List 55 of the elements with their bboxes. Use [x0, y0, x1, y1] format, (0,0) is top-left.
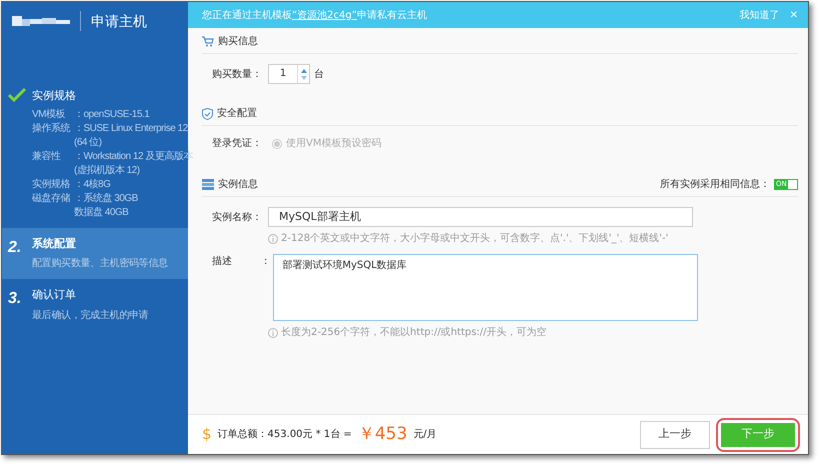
- section-title: 购买信息: [218, 34, 258, 49]
- list-icon: [202, 179, 214, 190]
- step-title: 确认订单: [32, 288, 77, 303]
- detail-label: 实例规格: [32, 178, 71, 192]
- detail-value: (虚拟机版本 12): [74, 164, 140, 178]
- detail-label: VM模板: [32, 108, 66, 122]
- detail-value: ：openSUSE-15.1: [74, 108, 150, 122]
- app-title: 申请主机: [91, 12, 147, 30]
- step-title: 实例规格: [32, 88, 77, 104]
- detail-value: ：4核8G: [74, 178, 110, 192]
- section-title: 实例信息: [218, 178, 258, 192]
- detail-label: 磁盘存储: [32, 192, 71, 206]
- step-number: 2.: [8, 238, 22, 258]
- detail-value: ：SUSE Linux Enterprise 12: [74, 122, 188, 136]
- shield-icon: [202, 108, 213, 120]
- step-number: 3.: [8, 289, 22, 309]
- hint-text: 2-128个英文或中文字符，大小字母或中文开头，可含数字、点'.'、下划线'_'、短横线'-': [281, 232, 668, 246]
- dismiss-link[interactable]: 我知道了: [740, 8, 780, 22]
- notice-text: 您正在通过主机模板“资源池2c4g”申请私有云主机: [202, 8, 427, 22]
- detail-label: 兼容性: [32, 150, 62, 164]
- toggle-label: 所有实例采用相同信息：: [660, 178, 770, 192]
- colon-text: :: [264, 255, 268, 269]
- template-link[interactable]: “资源池2c4g”: [292, 10, 357, 20]
- detail-value: ：系统盘 30GB: [74, 192, 138, 206]
- unit-label: 台: [314, 68, 324, 82]
- info-icon: [268, 234, 278, 244]
- field-label: 购买数量：: [212, 68, 263, 82]
- field-label: 描述: [212, 254, 233, 269]
- step-title: 系统配置: [32, 236, 77, 252]
- detail-value: (64 位): [74, 136, 102, 150]
- next-button[interactable]: 下一步: [721, 422, 795, 446]
- description-field[interactable]: 部署测试环境MySQL数据库: [273, 254, 698, 321]
- cart-icon: [202, 36, 214, 47]
- detail-label: 操作系统: [32, 122, 72, 136]
- logo-icon: [12, 16, 70, 26]
- down-arrow-icon: [300, 76, 306, 80]
- quantity-stepper[interactable]: 1: [268, 64, 310, 84]
- name-field[interactable]: MySQL部署主机: [268, 207, 693, 227]
- detail-value: 数据盘 40GB: [74, 206, 128, 220]
- section-title: 安全配置: [217, 106, 257, 121]
- hint-text: 长度为2-256个字符，不能以http://或https://开头，可为空: [281, 326, 547, 340]
- order-total-label: 订单总额：453.00元 * 1台 =: [218, 428, 352, 442]
- previous-button[interactable]: 上一步: [640, 420, 710, 448]
- step-description: 最后确认，完成主机的申请: [32, 308, 148, 322]
- step-description: 配置购买数量、主机密码等信息: [32, 256, 168, 271]
- close-icon[interactable]: ✕: [790, 8, 798, 22]
- up-arrow-icon: [300, 68, 306, 72]
- detail-value: ：Workstation 12 及更高版本: [74, 150, 193, 164]
- radio-label: 使用VM模板预设密码: [286, 136, 382, 151]
- dollar-icon: $: [202, 423, 212, 446]
- field-label: 登录凭证：: [212, 137, 263, 151]
- price-value: ￥453: [358, 422, 408, 446]
- price-unit: 元/月: [413, 428, 437, 442]
- field-label: 实例名称：: [212, 210, 263, 224]
- info-icon: [268, 328, 278, 338]
